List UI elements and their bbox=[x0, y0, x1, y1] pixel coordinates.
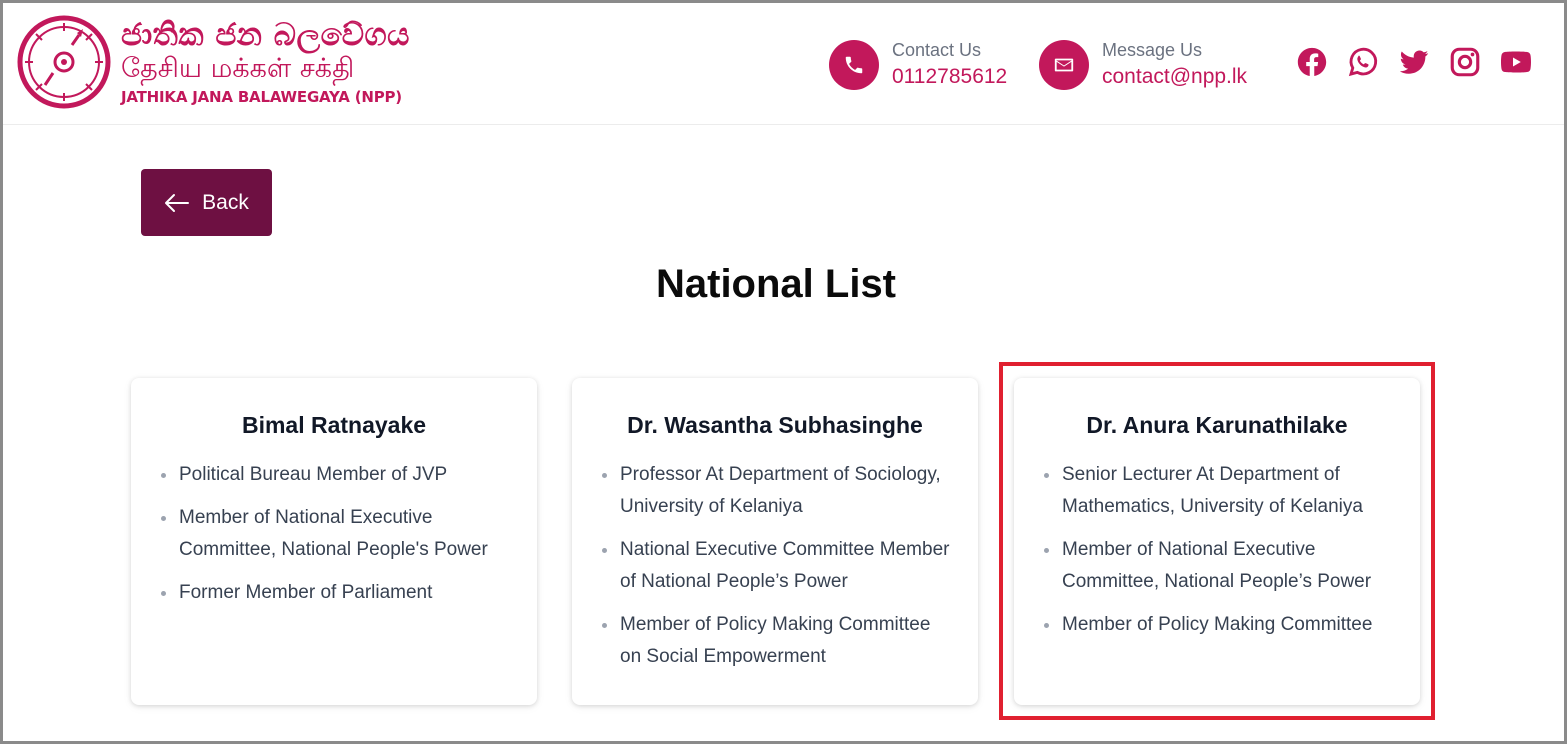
arrow-left-icon bbox=[165, 193, 190, 212]
member-name: Bimal Ratnayake bbox=[241, 412, 427, 438]
logo-text-tamil: தேசிய மக்கள் சக்தி bbox=[121, 53, 355, 84]
back-button[interactable]: Back bbox=[141, 169, 272, 236]
mail-icon bbox=[1039, 40, 1089, 90]
message-label: Message Us bbox=[1102, 40, 1203, 60]
back-button-label: Back bbox=[202, 190, 249, 214]
member-role: Former Member of Parliament bbox=[161, 577, 515, 609]
contact-us[interactable]: Contact Us 0112785612 bbox=[829, 37, 1007, 93]
youtube-icon[interactable] bbox=[1497, 43, 1535, 81]
instagram-icon[interactable] bbox=[1446, 43, 1484, 81]
member-roles-list: Political Bureau Member of JVP Member of… bbox=[131, 459, 537, 609]
npp-emblem-icon bbox=[17, 15, 111, 109]
site-logo[interactable]: ජාතික ජන බලවේගය தேசிய மக்கள் சக்தி JATHI… bbox=[17, 15, 409, 115]
logo-text-sinhala: ජාතික ජන බලවේගය bbox=[121, 17, 410, 53]
member-name: Dr. Wasantha Subhasinghe bbox=[627, 412, 923, 438]
page-title: National List bbox=[655, 262, 897, 306]
member-role: Senior Lecturer At Department of Mathema… bbox=[1044, 459, 1398, 523]
message-us[interactable]: Message Us contact@npp.lk bbox=[1039, 37, 1247, 93]
member-role: Member of Policy Making Committee bbox=[1044, 609, 1398, 641]
member-card: Dr. Anura Karunathilake Senior Lecturer … bbox=[1014, 378, 1420, 705]
social-links bbox=[1293, 43, 1548, 81]
whatsapp-icon[interactable] bbox=[1344, 43, 1382, 81]
contact-label: Contact Us bbox=[892, 40, 982, 60]
contact-email[interactable]: contact@npp.lk bbox=[1102, 62, 1247, 92]
member-role: Member of National Executive Committee, … bbox=[1044, 534, 1398, 598]
member-card: Bimal Ratnayake Political Bureau Member … bbox=[131, 378, 537, 705]
phone-icon bbox=[829, 40, 879, 90]
member-name: Dr. Anura Karunathilake bbox=[1086, 412, 1348, 438]
member-role: Political Bureau Member of JVP bbox=[161, 459, 515, 491]
member-role: Member of Policy Making Committee on Soc… bbox=[602, 609, 956, 673]
member-role: National Executive Committee Member of N… bbox=[602, 534, 956, 598]
contact-phone-number[interactable]: 0112785612 bbox=[892, 62, 1007, 92]
site-header: ජාතික ජන බලවේගය தேசிய மக்கள் சக்தி JATHI… bbox=[3, 3, 1564, 125]
member-card: Dr. Wasantha Subhasinghe Professor At De… bbox=[572, 378, 978, 705]
member-role: Professor At Department of Sociology, Un… bbox=[602, 459, 956, 523]
facebook-icon[interactable] bbox=[1293, 43, 1331, 81]
member-roles-list: Professor At Department of Sociology, Un… bbox=[572, 459, 978, 673]
logo-text-english: JATHIKA JANA BALAWEGAYA (NPP) bbox=[121, 88, 402, 106]
twitter-icon[interactable] bbox=[1395, 43, 1433, 81]
member-role: Member of National Executive Committee, … bbox=[161, 502, 515, 566]
member-roles-list: Senior Lecturer At Department of Mathema… bbox=[1014, 459, 1420, 641]
